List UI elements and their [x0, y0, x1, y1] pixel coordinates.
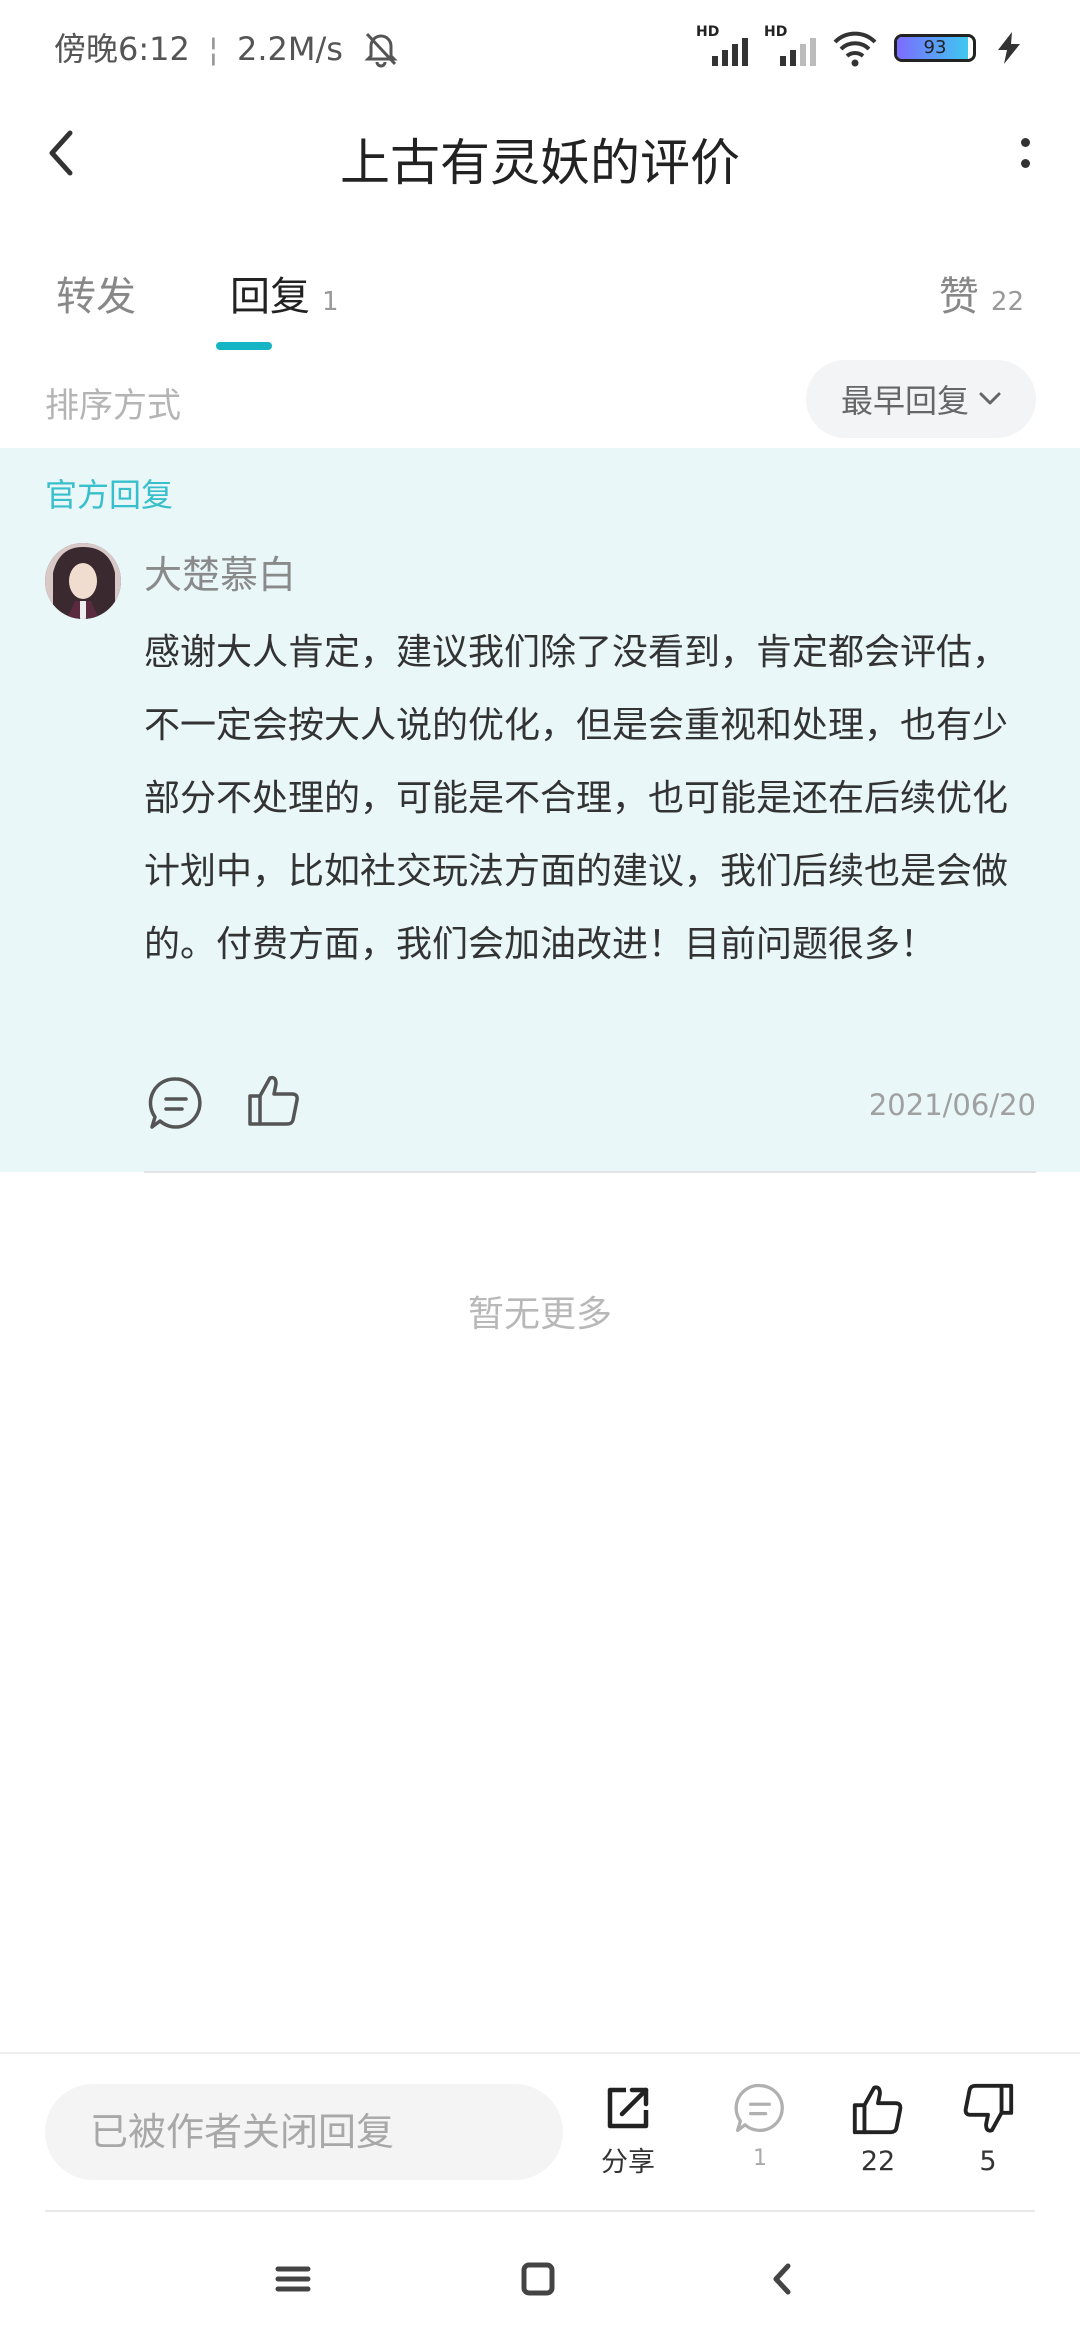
title-bar: 上古有灵妖的评价: [0, 95, 1080, 210]
tab-bar: 转发 回复 1 赞 22: [0, 250, 1080, 350]
avatar[interactable]: [45, 543, 121, 619]
home-square-icon: [521, 2262, 555, 2296]
bottom-action-bar: 已被作者关闭回复 分享 1 22 5: [0, 2052, 1080, 2212]
status-time-group: 傍晚6:12 ¦ 2.2M/s: [54, 24, 401, 70]
sort-row: 排序方式 最早回复: [0, 358, 1080, 442]
system-nav-bar: [0, 2214, 1080, 2340]
nav-back-button[interactable]: [758, 2254, 808, 2304]
share-label: 分享: [601, 2147, 655, 2178]
more-options-button[interactable]: [1010, 125, 1040, 181]
thumbs-up-icon: [852, 2085, 903, 2135]
comment-count-button[interactable]: 1: [710, 2080, 810, 2171]
like-count: 22: [860, 2146, 896, 2177]
sort-dropdown[interactable]: 最早回复: [806, 360, 1036, 438]
official-reply-card: 官方回复 大楚慕白 感谢大人肯定，建议我们除了没看到，肯定都会评估，不一定会按大…: [0, 448, 1080, 1172]
nav-home-button[interactable]: [513, 2254, 563, 2304]
battery-level: 93: [923, 37, 947, 58]
more-dot-icon: [1020, 159, 1030, 168]
signal-icon: HD: [764, 24, 816, 68]
thumbs-down-icon: [963, 2083, 1014, 2133]
official-reply-label: 官方回复: [45, 476, 174, 514]
tab-likes[interactable]: 赞 22: [939, 264, 1024, 322]
battery-icon: 93: [894, 34, 976, 62]
status-icons: HD HD 93: [696, 24, 1026, 70]
avatar-image: [45, 543, 121, 619]
dislike-count: 5: [979, 2146, 997, 2177]
reply-like-button[interactable]: [244, 1070, 304, 1130]
wifi-icon: [833, 31, 877, 67]
signal-icon: HD: [696, 24, 748, 68]
reply-author[interactable]: 大楚慕白: [144, 544, 296, 599]
tab-replies[interactable]: 回复 1: [230, 264, 339, 322]
nav-menu-button[interactable]: [268, 2254, 318, 2304]
charging-icon: [998, 32, 1020, 64]
like-button[interactable]: 22: [828, 2080, 928, 2177]
no-more-text: 暂无更多: [467, 1294, 612, 1335]
reply-comment-button[interactable]: [146, 1073, 206, 1133]
menu-icon: [275, 2266, 311, 2292]
share-button[interactable]: 分享: [578, 2080, 678, 2179]
back-arrow-icon: [773, 2263, 791, 2295]
reply-date: 2021/06/20: [868, 1088, 1036, 1122]
sort-label: 排序方式: [45, 386, 181, 426]
network-speed: 2.2M/s: [237, 30, 343, 68]
comment-icon: [148, 1077, 202, 1129]
status-time: 傍晚6:12: [54, 30, 190, 68]
chevron-down-icon: [979, 392, 1001, 405]
share-icon: [607, 2087, 649, 2129]
active-tab-indicator: [216, 342, 272, 350]
mute-bell-icon: [364, 32, 398, 68]
divider: [45, 2210, 1035, 2212]
dislike-button[interactable]: 5: [938, 2080, 1038, 2177]
tab-replies-count: 1: [322, 287, 339, 317]
comment-count: 1: [753, 2146, 767, 2171]
tab-likes-count: 22: [990, 287, 1024, 317]
status-bar: 傍晚6:12 ¦ 2.2M/s HD HD 93: [0, 0, 1080, 95]
more-dot-icon: [1020, 138, 1030, 147]
comment-icon: [734, 2083, 784, 2133]
reply-input-disabled: 已被作者关闭回复: [45, 2084, 563, 2180]
tab-forward[interactable]: 转发: [56, 264, 136, 322]
thumbs-up-icon: [248, 1075, 299, 1126]
reply-body: 感谢大人肯定，建议我们除了没看到，肯定都会评估，不一定会按大人说的优化，但是会重…: [144, 632, 1009, 965]
sort-selected: 最早回复: [840, 382, 969, 420]
page-title: 上古有灵妖的评价: [340, 134, 740, 192]
divider: [144, 1171, 1036, 1173]
